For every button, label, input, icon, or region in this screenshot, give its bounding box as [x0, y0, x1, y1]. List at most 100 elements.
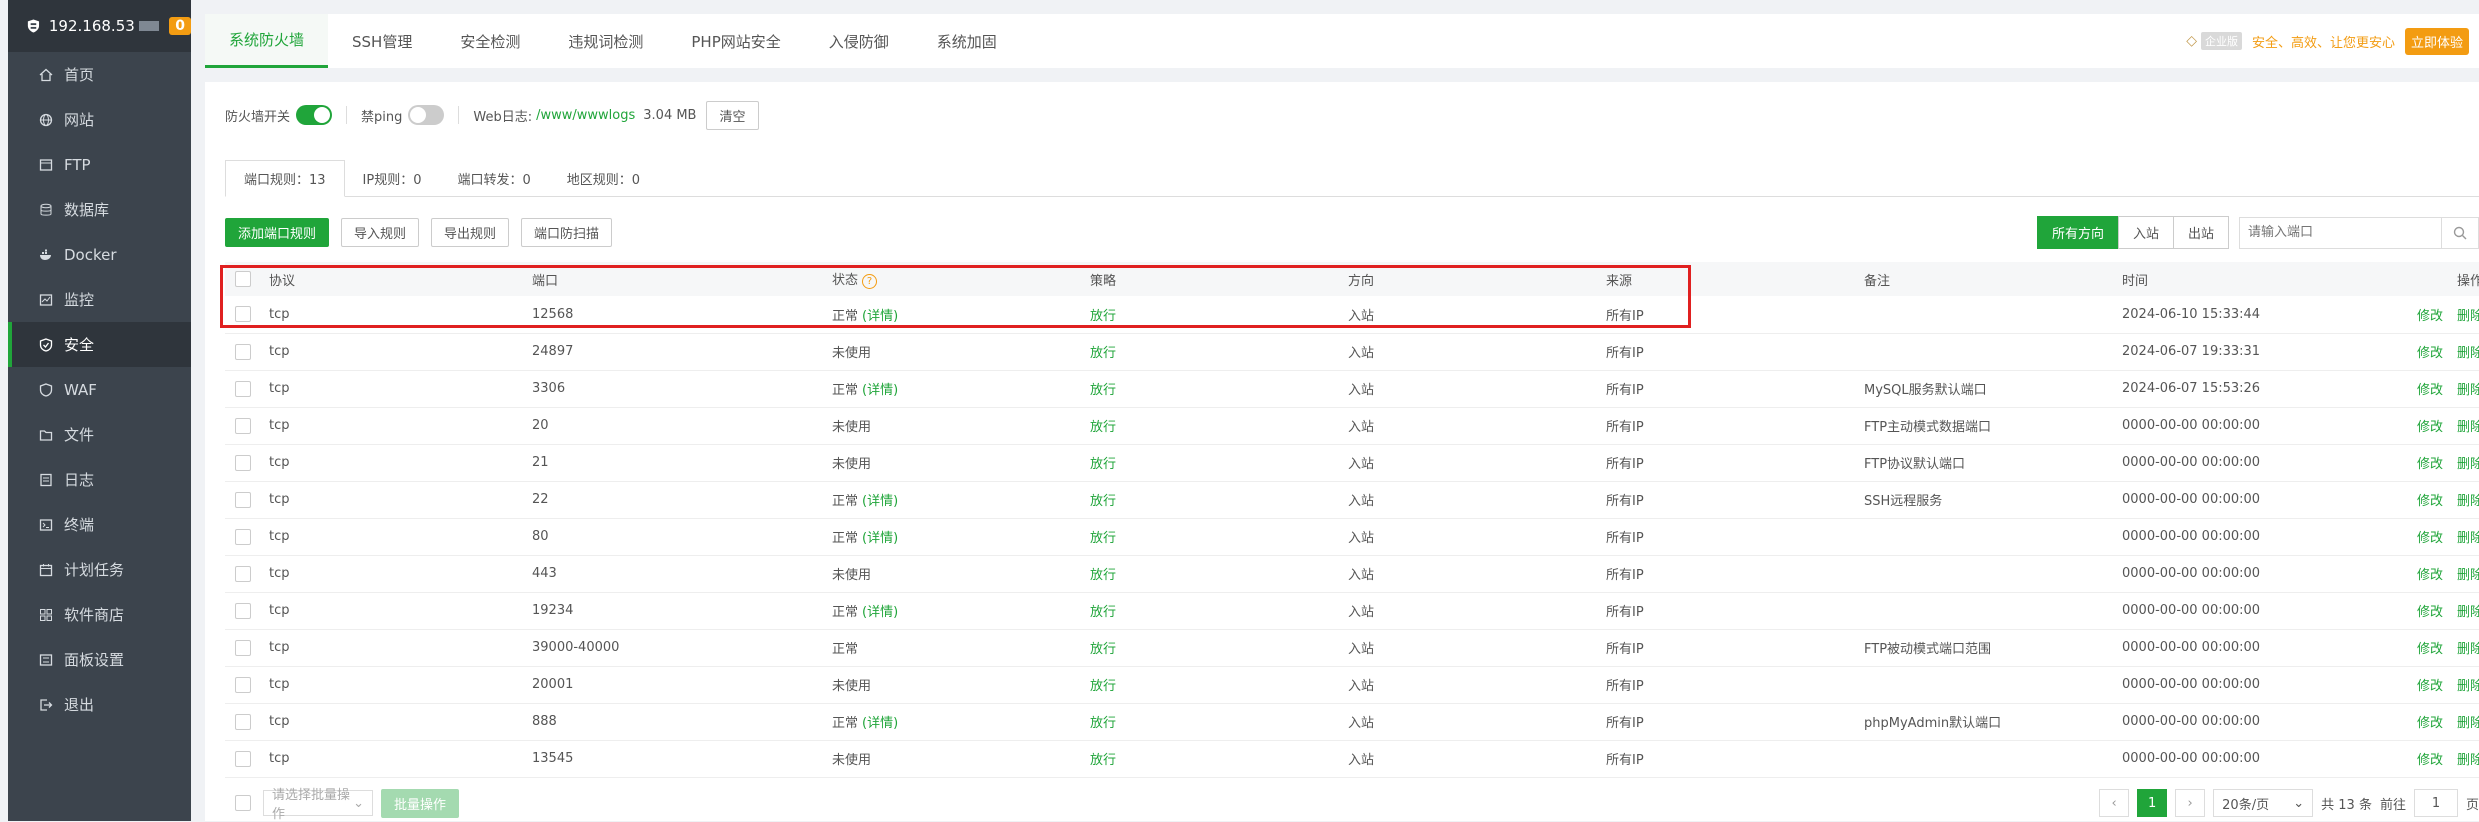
- direction-option-2[interactable]: 出站: [2172, 216, 2229, 249]
- weblog-path-link[interactable]: /www/wwwlogs: [536, 108, 635, 123]
- help-icon[interactable]: ?: [862, 274, 878, 289]
- prev-page-button[interactable]: ‹: [2099, 789, 2130, 817]
- goto-page-input[interactable]: 1: [2413, 789, 2458, 817]
- sidebar-item-4[interactable]: Docker: [8, 232, 191, 277]
- delete-link[interactable]: 删除: [2457, 531, 2479, 546]
- status-detail-link[interactable]: (详情): [862, 309, 898, 324]
- status-detail-link[interactable]: (详情): [862, 531, 898, 546]
- sidebar-item-11[interactable]: 计划任务: [8, 547, 191, 592]
- edit-link[interactable]: 修改: [2417, 568, 2443, 583]
- delete-link[interactable]: 删除: [2457, 679, 2479, 694]
- export-rules-button[interactable]: 导出规则: [431, 218, 510, 247]
- sidebar-item-10[interactable]: 终端: [8, 502, 191, 547]
- firewall-toggle[interactable]: [296, 105, 333, 125]
- sidebar-item-13[interactable]: 面板设置: [8, 637, 191, 682]
- row-checkbox[interactable]: [235, 343, 251, 360]
- delete-link[interactable]: 删除: [2457, 309, 2479, 324]
- status-detail-link[interactable]: (详情): [862, 716, 898, 731]
- edit-link[interactable]: 修改: [2417, 679, 2443, 694]
- tab-3[interactable]: 违规词检测: [544, 14, 667, 68]
- delete-link[interactable]: 删除: [2457, 568, 2479, 583]
- tab-4[interactable]: PHP网站安全: [667, 14, 804, 68]
- row-checkbox[interactable]: [235, 602, 251, 619]
- tab-1[interactable]: SSH管理: [328, 14, 436, 68]
- ping-toggle[interactable]: [408, 105, 445, 125]
- edit-link[interactable]: 修改: [2417, 457, 2443, 472]
- subtab-2[interactable]: 端口转发：0: [440, 160, 549, 196]
- port-anti-scan-button[interactable]: 端口防扫描: [521, 218, 613, 247]
- clear-log-button[interactable]: 清空: [706, 100, 759, 130]
- tab-6[interactable]: 系统加固: [913, 14, 1021, 68]
- edit-link[interactable]: 修改: [2417, 494, 2443, 509]
- edit-link[interactable]: 修改: [2417, 420, 2443, 435]
- delete-link[interactable]: 删除: [2457, 457, 2479, 472]
- direction-option-1[interactable]: 入站: [2117, 216, 2174, 249]
- batch-select[interactable]: 请选择批量操作 ⌄: [263, 788, 373, 822]
- sidebar-item-1[interactable]: 网站: [8, 97, 191, 142]
- row-checkbox[interactable]: [235, 639, 251, 656]
- table-row: tcp 39000-40000 正常 放行 入站 所有IP FTP被动模式端口范围 0000-…: [225, 629, 2479, 666]
- edit-link[interactable]: 修改: [2417, 642, 2443, 657]
- edit-link[interactable]: 修改: [2417, 383, 2443, 398]
- sidebar-item-8[interactable]: 文件: [8, 412, 191, 457]
- page-button-current[interactable]: 1: [2137, 789, 2168, 817]
- row-checkbox[interactable]: [235, 417, 251, 434]
- status-text: 正常: [832, 383, 859, 398]
- status-detail-link[interactable]: (详情): [862, 383, 898, 398]
- edit-link[interactable]: 修改: [2417, 346, 2443, 361]
- row-checkbox[interactable]: [235, 454, 251, 471]
- notification-badge[interactable]: 0: [169, 17, 191, 35]
- tab-5[interactable]: 入侵防御: [805, 14, 913, 68]
- page-size-select[interactable]: 20条/页 ⌄: [2213, 789, 2314, 817]
- subtab-3[interactable]: 地区规则：0: [549, 160, 658, 196]
- delete-link[interactable]: 删除: [2457, 605, 2479, 620]
- cell-policy: 放行: [1090, 605, 1117, 620]
- sidebar-item-7[interactable]: WAF: [8, 367, 191, 412]
- direction-option-0[interactable]: 所有方向: [2036, 216, 2119, 249]
- subtab-0[interactable]: 端口规则：13: [225, 160, 345, 197]
- subtab-1[interactable]: IP规则：0: [345, 160, 440, 196]
- delete-link[interactable]: 删除: [2457, 753, 2479, 768]
- row-checkbox[interactable]: [235, 528, 251, 545]
- sidebar-item-5[interactable]: 监控: [8, 277, 191, 322]
- row-checkbox[interactable]: [235, 676, 251, 693]
- sidebar-item-12[interactable]: 软件商店: [8, 592, 191, 637]
- select-all-checkbox[interactable]: [235, 271, 251, 287]
- tab-0[interactable]: 系统防火墙: [205, 14, 329, 68]
- delete-link[interactable]: 删除: [2457, 716, 2479, 731]
- edit-link[interactable]: 修改: [2417, 716, 2443, 731]
- delete-link[interactable]: 删除: [2457, 383, 2479, 398]
- edit-link[interactable]: 修改: [2417, 309, 2443, 324]
- row-checkbox[interactable]: [235, 713, 251, 730]
- sidebar-item-2[interactable]: FTP: [8, 142, 191, 187]
- sidebar-item-0[interactable]: 首页: [8, 52, 191, 97]
- row-checkbox[interactable]: [235, 380, 251, 397]
- row-checkbox[interactable]: [235, 565, 251, 582]
- delete-link[interactable]: 删除: [2457, 420, 2479, 435]
- footer-select-checkbox[interactable]: [235, 795, 251, 811]
- sidebar-item-6[interactable]: 安全: [8, 322, 191, 367]
- row-checkbox[interactable]: [235, 491, 251, 508]
- sidebar-item-9[interactable]: 日志: [8, 457, 191, 502]
- edit-link[interactable]: 修改: [2417, 753, 2443, 768]
- sidebar-item-14[interactable]: 退出: [8, 682, 191, 727]
- batch-action-button[interactable]: 批量操作: [381, 788, 460, 818]
- try-now-button[interactable]: 立即体验: [2404, 27, 2469, 55]
- search-icon[interactable]: [2441, 217, 2478, 248]
- row-checkbox[interactable]: [235, 306, 251, 323]
- table-footer: 请选择批量操作 ⌄ 批量操作 ‹ 1 › 20条/页 ⌄ 共 13 条 前往 1 …: [225, 788, 2479, 822]
- add-port-rule-button[interactable]: 添加端口规则: [225, 218, 330, 247]
- delete-link[interactable]: 删除: [2457, 494, 2479, 509]
- edit-link[interactable]: 修改: [2417, 531, 2443, 546]
- import-rules-button[interactable]: 导入规则: [341, 218, 420, 247]
- next-page-button[interactable]: ›: [2175, 789, 2206, 817]
- status-detail-link[interactable]: (详情): [862, 605, 898, 620]
- delete-link[interactable]: 删除: [2457, 346, 2479, 361]
- edit-link[interactable]: 修改: [2417, 605, 2443, 620]
- sidebar-item-3[interactable]: 数据库: [8, 187, 191, 232]
- port-search-input[interactable]: [2240, 224, 2441, 241]
- delete-link[interactable]: 删除: [2457, 642, 2479, 657]
- status-detail-link[interactable]: (详情): [862, 494, 898, 509]
- row-checkbox[interactable]: [235, 750, 251, 767]
- tab-2[interactable]: 安全检测: [436, 14, 544, 68]
